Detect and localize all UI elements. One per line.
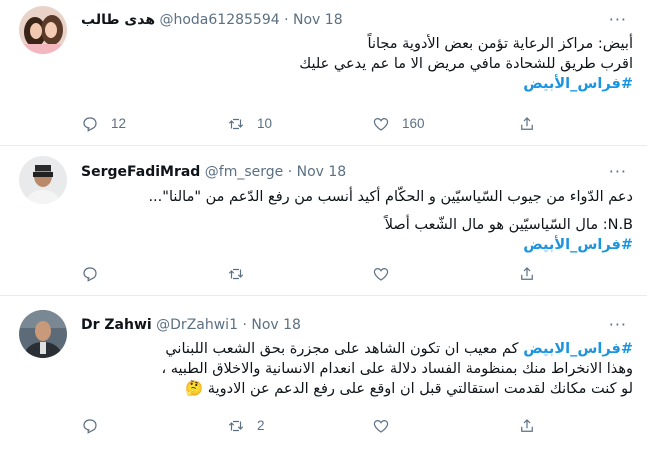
timestamp[interactable]: Nov 18 [293,12,343,28]
retweet-count: 10 [257,116,273,131]
tweet[interactable]: SergeFadiMrad @fm_serge · Nov 18 ··· دعم… [0,146,647,296]
retweet-button[interactable]: 2 [227,416,265,436]
timestamp[interactable]: Nov 18 [251,317,301,333]
share-icon [521,267,533,280]
avatar[interactable] [19,310,67,358]
display-name[interactable]: Dr Zahwi [81,317,152,333]
retweet-button[interactable]: 10 [227,114,272,134]
avatar[interactable] [19,156,67,204]
hashtag-link[interactable]: #فراس_الابيض [523,341,633,357]
reply-button[interactable] [81,416,111,436]
retweet-button[interactable] [227,264,257,284]
tweet-text: دعم الدّواء من جيوب السّياسيّين و الحكّا… [81,187,633,255]
tweet-line: أبيض: مراكز الرعاية تؤمن بعض الأدوية مجا… [367,36,633,52]
tweet-line: اقرب طريق للشحادة مافي مريض الا ما عم يد… [299,56,633,72]
tweet-line: دعم الدّواء من جيوب السّياسيّين و الحكّا… [148,189,633,205]
share-icon [521,419,533,432]
heart-icon [373,267,389,281]
like-button[interactable]: 160 [372,114,425,134]
hashtag-link[interactable]: #فراس_الأبيض [523,76,633,92]
tweet-line: لو كنت مكانك لقدمت استقالتي قبل ان اوقع … [185,381,633,397]
reply-icon [83,267,97,282]
like-button[interactable] [372,416,402,436]
like-button[interactable] [372,264,402,284]
reply-icon [83,117,97,132]
tweet-line: #فراس_الابيض كم معيب ان تكون الشاهد على … [81,339,633,359]
share-button[interactable] [518,114,536,134]
reply-button[interactable] [81,264,111,284]
display-name[interactable]: هدى طالب [81,12,155,28]
display-name[interactable]: SergeFadiMrad [81,164,200,180]
user-handle[interactable]: @hoda61285594 [159,12,279,28]
tweet-header: هدى طالب @hoda61285594 · Nov 18 ··· [81,10,627,30]
tweet-line: N.B: مال السّياسيّين هو مال الشّعب أصلاً [384,217,633,233]
tweet[interactable]: هدى طالب @hoda61285594 · Nov 18 ··· أبيض… [0,0,647,146]
tweet-line-text: كم معيب ان تكون الشاهد على مجزرة بحق الش… [165,341,524,357]
reply-count: 12 [111,116,127,131]
more-options-icon[interactable]: ··· [609,315,627,335]
like-count: 160 [402,116,425,131]
separator-dot: · [287,164,293,180]
heart-icon [373,117,389,131]
reply-icon [83,419,97,434]
user-handle[interactable]: @fm_serge [205,164,283,180]
tweet-line: وهذا الانخراط منك بمنظومة الفساد دلالة ع… [161,361,633,377]
retweet-icon [228,420,244,432]
separator-dot: · [284,12,289,28]
retweet-icon [228,268,244,280]
share-button[interactable] [518,416,536,436]
tweet-text: #فراس_الابيض كم معيب ان تكون الشاهد على … [81,339,633,399]
tweet-header: SergeFadiMrad @fm_serge · Nov 18 ··· [81,162,627,182]
retweet-count: 2 [257,418,265,433]
user-handle[interactable]: @DrZahwi1 [156,317,238,333]
retweet-icon [228,118,244,130]
share-icon [521,117,533,130]
tweet-header: Dr Zahwi @DrZahwi1 · Nov 18 ··· [81,315,627,335]
avatar[interactable] [19,6,67,54]
heart-icon [373,419,389,433]
reply-button[interactable]: 12 [81,114,126,134]
hashtag-link[interactable]: #فراس_الأبيض [523,237,633,253]
more-options-icon[interactable]: ··· [609,162,627,182]
separator-dot: · [242,317,247,333]
more-options-icon[interactable]: ··· [609,10,627,30]
tweet-text: أبيض: مراكز الرعاية تؤمن بعض الأدوية مجا… [81,34,633,94]
tweet[interactable]: Dr Zahwi @DrZahwi1 · Nov 18 ··· #فراس_ال… [0,296,647,450]
timestamp[interactable]: Nov 18 [297,164,347,180]
share-button[interactable] [518,264,536,284]
